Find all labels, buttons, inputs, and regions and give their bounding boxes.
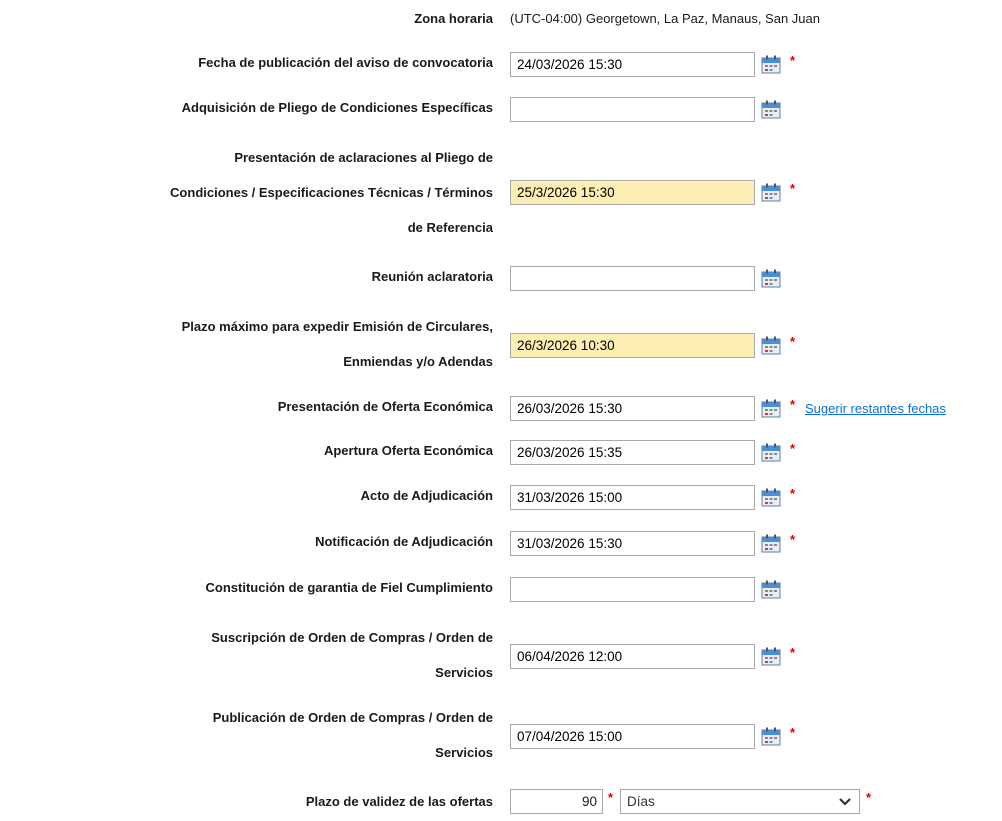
date-input-presentacion-oferta[interactable]: 26/03/2026 15:30: [510, 396, 755, 421]
field-label: Presentación de Oferta Económica: [277, 399, 493, 414]
calendar-icon[interactable]: [761, 488, 781, 507]
field-label: Acto de Adjudicación: [360, 488, 493, 503]
calendar-icon[interactable]: [761, 647, 781, 666]
required-marker: *: [866, 790, 872, 805]
required-marker: *: [790, 486, 796, 501]
calendar-icon[interactable]: [761, 443, 781, 462]
timezone-value: (UTC-04:00) Georgetown, La Paz, Manaus, …: [510, 11, 820, 26]
date-row-adquisicion-pliego: Adquisición de Pliego de Condiciones Esp…: [0, 97, 1002, 129]
validity-unit-value: Días: [627, 794, 655, 809]
calendar-icon[interactable]: [761, 727, 781, 746]
date-input-notificacion-adjudicacion[interactable]: 31/03/2026 15:30: [510, 531, 755, 556]
date-row-aclaraciones: Presentación de aclaraciones al Pliego d…: [0, 150, 1002, 235]
field-label-line-3: de Referencia: [407, 220, 493, 235]
field-label-line-1: Suscripción de Orden de Compras / Orden …: [211, 630, 493, 645]
date-input-reunion-aclaratoria[interactable]: [510, 266, 755, 291]
date-row-reunion-aclaratoria: Reunión aclaratoria: [0, 266, 1002, 298]
field-label: Fecha de publicación del aviso de convoc…: [198, 55, 493, 70]
field-label: Reunión aclaratoria: [371, 269, 493, 284]
date-row-notificacion-adjudicacion: Notificación de Adjudicación 31/03/2026 …: [0, 531, 1002, 563]
calendar-icon[interactable]: [761, 534, 781, 553]
date-row-garantia-cumplimiento: Constitución de garantia de Fiel Cumplim…: [0, 577, 1002, 609]
field-label-line-1: Plazo máximo para expedir Emisión de Cir…: [181, 319, 493, 334]
date-row-plazo-circulares: Plazo máximo para expedir Emisión de Cir…: [0, 319, 1002, 369]
date-row-presentacion-oferta: Presentación de Oferta Económica 26/03/2…: [0, 396, 1002, 428]
field-label-line-1: Presentación de aclaraciones al Pliego d…: [234, 150, 493, 165]
date-input-apertura-oferta[interactable]: 26/03/2026 15:35: [510, 440, 755, 465]
calendar-icon[interactable]: [761, 399, 781, 418]
date-input-publicacion-aviso[interactable]: 24/03/2026 15:30: [510, 52, 755, 77]
date-input-plazo-circulares[interactable]: 26/3/2026 10:30: [510, 333, 755, 358]
field-label: Notificación de Adjudicación: [315, 534, 493, 549]
calendar-icon[interactable]: [761, 269, 781, 288]
calendar-icon[interactable]: [761, 336, 781, 355]
required-marker: *: [790, 397, 796, 412]
required-marker: *: [608, 790, 614, 805]
date-input-publicacion-orden[interactable]: 07/04/2026 15:00: [510, 724, 755, 749]
calendar-icon[interactable]: [761, 580, 781, 599]
validity-label: Plazo de validez de las ofertas: [305, 794, 493, 809]
date-row-suscripcion-orden: Suscripción de Orden de Compras / Orden …: [0, 630, 1002, 680]
date-input-suscripcion-orden[interactable]: 06/04/2026 12:00: [510, 644, 755, 669]
calendar-icon[interactable]: [761, 100, 781, 119]
date-row-publicacion-orden: Publicación de Orden de Compras / Orden …: [0, 710, 1002, 760]
validity-unit-select[interactable]: Días: [620, 789, 860, 814]
field-label-line-2: Condiciones / Especificaciones Técnicas …: [170, 185, 493, 200]
required-marker: *: [790, 645, 796, 660]
date-input-aclaraciones[interactable]: 25/3/2026 15:30: [510, 180, 755, 205]
field-label-line-1: Publicación de Orden de Compras / Orden …: [212, 710, 493, 725]
timezone-label: Zona horaria: [414, 11, 493, 26]
date-row-publicacion-aviso: Fecha de publicación del aviso de convoc…: [0, 52, 1002, 84]
date-input-garantia-cumplimiento[interactable]: [510, 577, 755, 602]
required-marker: *: [790, 725, 796, 740]
date-input-acto-adjudicacion[interactable]: 31/03/2026 15:00: [510, 485, 755, 510]
field-label-line-2: Enmiendas y/o Adendas: [343, 354, 493, 369]
required-marker: *: [790, 181, 796, 196]
field-label: Constitución de garantia de Fiel Cumplim…: [205, 580, 493, 595]
required-marker: *: [790, 532, 796, 547]
chevron-down-icon: [839, 798, 851, 806]
required-marker: *: [790, 53, 796, 68]
calendar-icon[interactable]: [761, 55, 781, 74]
field-label: Adquisición de Pliego de Condiciones Esp…: [181, 100, 493, 115]
date-input-adquisicion-pliego[interactable]: [510, 97, 755, 122]
suggest-dates-link[interactable]: Sugerir restantes fechas: [805, 401, 946, 416]
calendar-icon[interactable]: [761, 183, 781, 202]
field-label-line-2: Servicios: [435, 665, 493, 680]
date-row-acto-adjudicacion: Acto de Adjudicación 31/03/2026 15:00 *: [0, 485, 1002, 517]
field-label-line-2: Servicios: [435, 745, 493, 760]
required-marker: *: [790, 334, 796, 349]
required-marker: *: [790, 441, 796, 456]
field-label: Apertura Oferta Económica: [323, 443, 493, 458]
validity-number-input[interactable]: 90: [510, 789, 603, 814]
validity-row: Plazo de validez de las ofertas 90 * Día…: [0, 789, 1002, 821]
date-row-apertura-oferta: Apertura Oferta Económica 26/03/2026 15:…: [0, 440, 1002, 472]
